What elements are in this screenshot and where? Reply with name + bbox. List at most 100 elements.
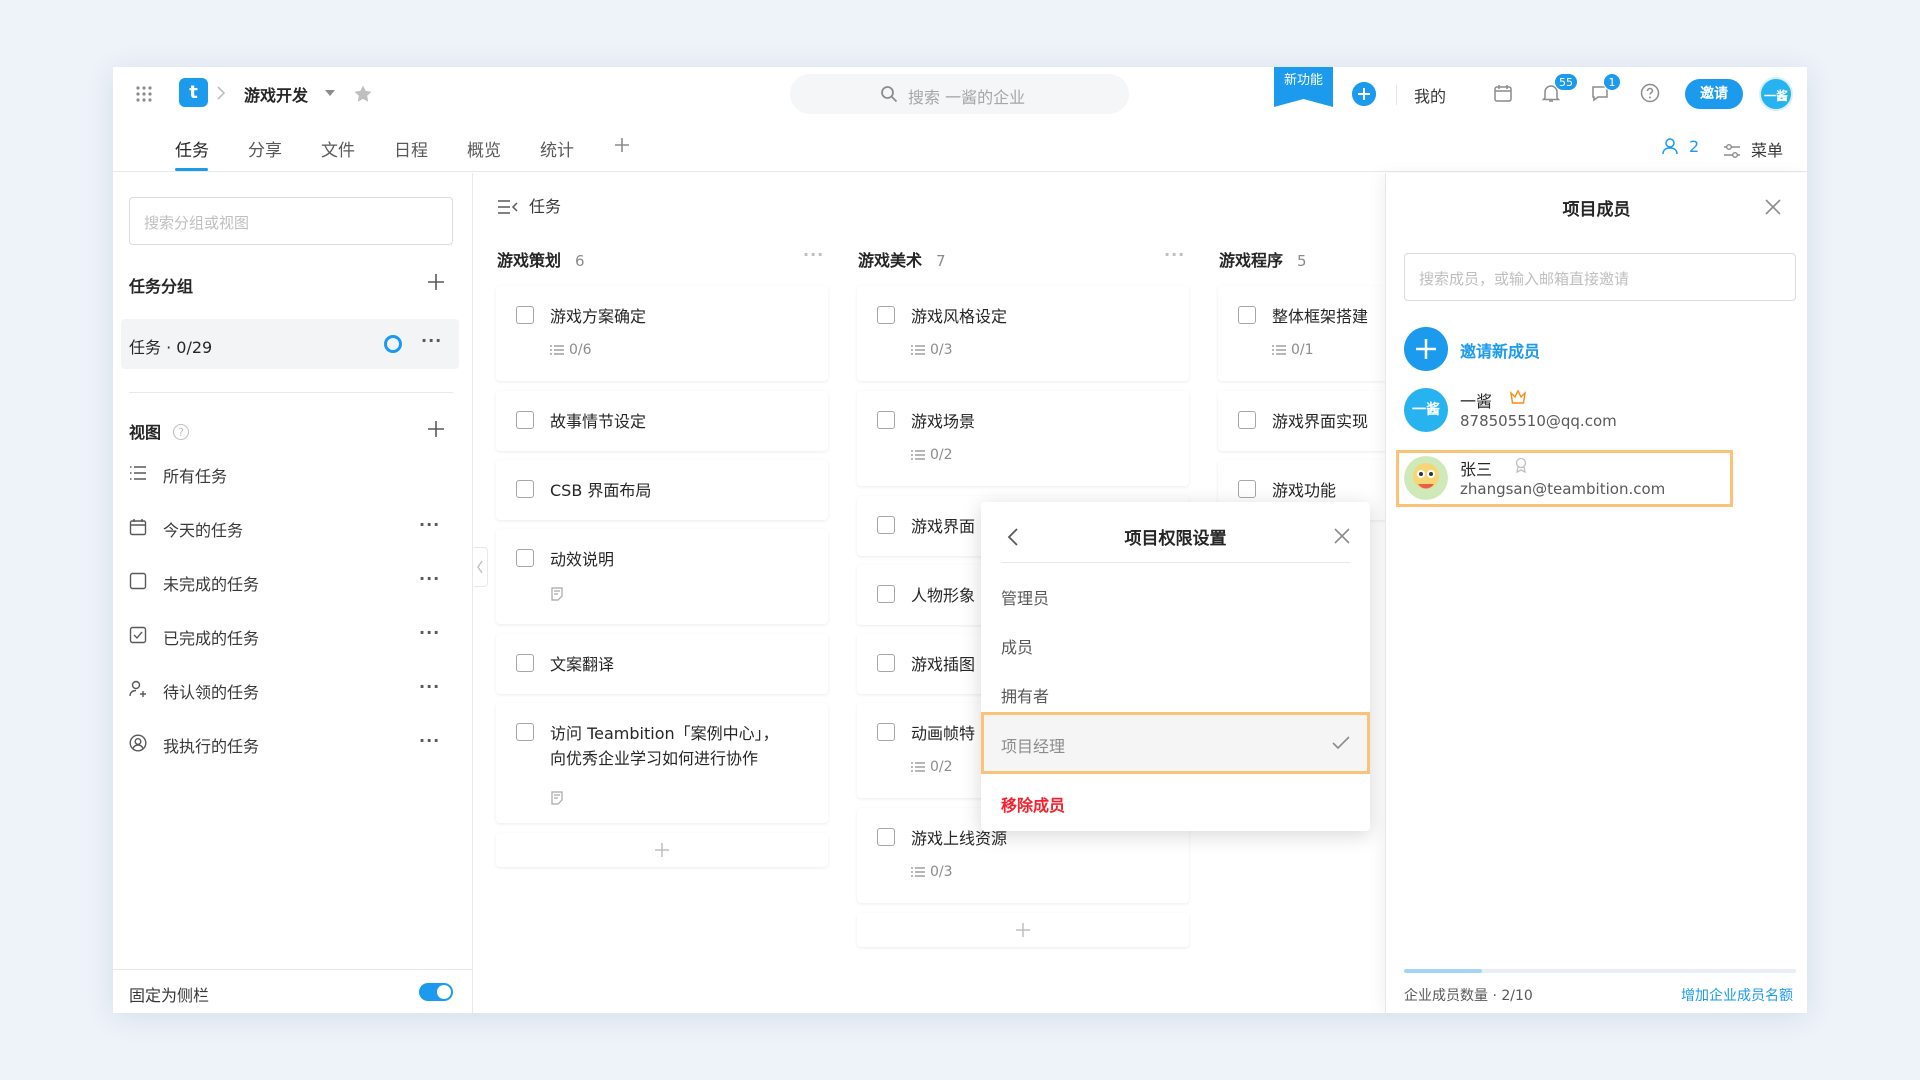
column-name: 游戏程序 xyxy=(1219,251,1284,270)
task-checkbox[interactable] xyxy=(1238,411,1256,429)
task-checkbox[interactable] xyxy=(1238,306,1256,324)
tab-tasks[interactable]: 任务 xyxy=(175,136,209,161)
add-tab-icon[interactable] xyxy=(613,136,631,154)
member-search-input[interactable]: 搜索成员，或输入邮箱直接邀请 xyxy=(1404,253,1796,301)
view-label: 待认领的任务 xyxy=(163,683,260,702)
role-option-project-manager[interactable]: 项目经理 xyxy=(981,712,1370,774)
member-count-button[interactable]: 2 xyxy=(1661,137,1699,156)
task-card[interactable]: 动效说明 xyxy=(496,529,828,624)
role-option-admin[interactable]: 管理员 xyxy=(1001,585,1049,609)
subtask-count: 0/2 xyxy=(911,759,953,775)
more-icon[interactable]: ··· xyxy=(419,569,440,588)
teambition-logo[interactable]: t xyxy=(179,78,208,107)
view-my-tasks[interactable]: 我执行的任务 ··· xyxy=(129,729,459,759)
user-avatar[interactable]: 一酱 xyxy=(1759,77,1793,111)
task-card[interactable]: 游戏风格设定 0/3 xyxy=(857,286,1189,381)
message-badge: 1 xyxy=(1603,73,1621,91)
task-card[interactable]: 游戏场景 0/2 xyxy=(857,391,1189,486)
caret-down-icon[interactable] xyxy=(324,89,336,97)
view-unclaimed-tasks[interactable]: 待认领的任务 ··· xyxy=(129,675,459,705)
view-incomplete-tasks[interactable]: 未完成的任务 ··· xyxy=(129,567,459,597)
member-avatar: 一酱 xyxy=(1404,388,1448,432)
task-group-item[interactable]: 任务 · 0/29 ··· xyxy=(121,319,459,369)
task-checkbox[interactable] xyxy=(877,723,895,741)
add-member-quota-link[interactable]: 增加企业成员名额 xyxy=(1681,985,1793,1005)
member-row[interactable]: 一酱 一酱 878505510@qq.com xyxy=(1404,388,1744,434)
view-label: 我执行的任务 xyxy=(163,737,260,756)
remove-member-button[interactable]: 移除成员 xyxy=(1001,792,1065,816)
task-checkbox[interactable] xyxy=(516,654,534,672)
task-card[interactable]: CSB 界面布局 xyxy=(496,460,828,520)
task-checkbox[interactable] xyxy=(516,723,534,741)
add-view-icon[interactable] xyxy=(426,419,446,439)
more-icon[interactable]: ··· xyxy=(419,731,440,750)
task-checkbox[interactable] xyxy=(877,828,895,846)
add-task-button[interactable] xyxy=(857,913,1189,947)
member-row[interactable]: 张三 zhangsan@teambition.com xyxy=(1404,456,1744,502)
project-name[interactable]: 游戏开发 xyxy=(244,82,308,106)
task-checkbox[interactable] xyxy=(516,480,534,498)
task-card[interactable]: 文案翻译 xyxy=(496,634,828,694)
column-more-icon[interactable]: ··· xyxy=(803,245,824,264)
quick-add-icon[interactable] xyxy=(1352,82,1376,106)
task-group-label: 任务 · 0/29 xyxy=(129,338,213,357)
tab-share[interactable]: 分享 xyxy=(248,136,282,161)
task-checkbox[interactable] xyxy=(1238,480,1256,498)
notification-badge: 55 xyxy=(1554,73,1578,91)
note-icon xyxy=(551,587,563,601)
task-card[interactable]: 访问 Teambition「案例中心」， 向优秀企业学习如何进行协作 xyxy=(496,703,828,823)
pin-sidebar-label: 固定为侧栏 xyxy=(129,986,210,1005)
tab-files[interactable]: 文件 xyxy=(321,136,355,161)
task-checkbox[interactable] xyxy=(516,411,534,429)
more-icon[interactable]: ··· xyxy=(419,515,440,534)
task-checkbox[interactable] xyxy=(877,585,895,603)
add-group-icon[interactable] xyxy=(426,272,446,292)
menu-button[interactable]: 菜单 xyxy=(1723,137,1783,161)
check-icon xyxy=(1332,736,1350,750)
calendar-icon[interactable] xyxy=(1493,83,1513,103)
task-checkbox[interactable] xyxy=(877,516,895,534)
divider xyxy=(1396,85,1397,105)
role-option-member[interactable]: 成员 xyxy=(1001,634,1033,658)
more-icon[interactable]: ··· xyxy=(419,677,440,696)
help-icon[interactable]: ? xyxy=(173,424,190,440)
task-groups-title: 任务分组 xyxy=(129,277,194,296)
view-today-tasks[interactable]: 今天的任务 ··· xyxy=(129,513,459,543)
view-completed-tasks[interactable]: 已完成的任务 ··· xyxy=(129,621,459,651)
task-checkbox[interactable] xyxy=(516,549,534,567)
progress-ring-icon xyxy=(384,335,402,353)
task-checkbox[interactable] xyxy=(877,411,895,429)
list-icon xyxy=(130,466,146,480)
group-search-input[interactable]: 搜索分组或视图 xyxy=(129,197,453,245)
global-search[interactable]: 搜索 一酱的企业 xyxy=(790,74,1129,114)
close-icon[interactable] xyxy=(1765,199,1781,215)
collapse-sidebar-handle[interactable] xyxy=(474,547,488,587)
new-feature-ribbon[interactable]: 新功能 xyxy=(1274,67,1333,107)
task-card[interactable]: 故事情节设定 xyxy=(496,391,828,451)
task-checkbox[interactable] xyxy=(877,306,895,324)
star-icon[interactable] xyxy=(353,84,373,104)
column-more-icon[interactable]: ··· xyxy=(1164,245,1185,264)
help-icon[interactable] xyxy=(1640,83,1660,103)
add-task-button[interactable] xyxy=(496,833,828,867)
plus-icon xyxy=(1016,923,1030,937)
member-name: 张三 xyxy=(1460,460,1493,479)
apps-grid-icon[interactable] xyxy=(135,85,153,103)
task-checkbox[interactable] xyxy=(516,306,534,324)
role-option-owner[interactable]: 拥有者 xyxy=(1001,683,1049,707)
permission-menu-title: 项目权限设置 xyxy=(1124,529,1227,549)
pin-sidebar-toggle[interactable] xyxy=(419,983,453,1001)
tab-overview[interactable]: 概览 xyxy=(467,136,501,161)
more-icon[interactable]: ··· xyxy=(419,623,440,642)
view-all-tasks[interactable]: 所有任务 xyxy=(129,459,459,489)
tab-statistics[interactable]: 统计 xyxy=(540,136,574,161)
more-icon[interactable]: ··· xyxy=(421,331,442,350)
task-card[interactable]: 游戏方案确定 0/6 xyxy=(496,286,828,381)
close-icon[interactable] xyxy=(1334,528,1350,544)
invite-button[interactable]: 邀请 xyxy=(1685,79,1743,109)
task-checkbox[interactable] xyxy=(877,654,895,672)
tab-schedule[interactable]: 日程 xyxy=(394,136,428,161)
task-title: 游戏插图 xyxy=(911,655,976,674)
mine-link[interactable]: 我的 xyxy=(1414,83,1446,107)
collapse-menu-icon[interactable] xyxy=(497,199,519,215)
